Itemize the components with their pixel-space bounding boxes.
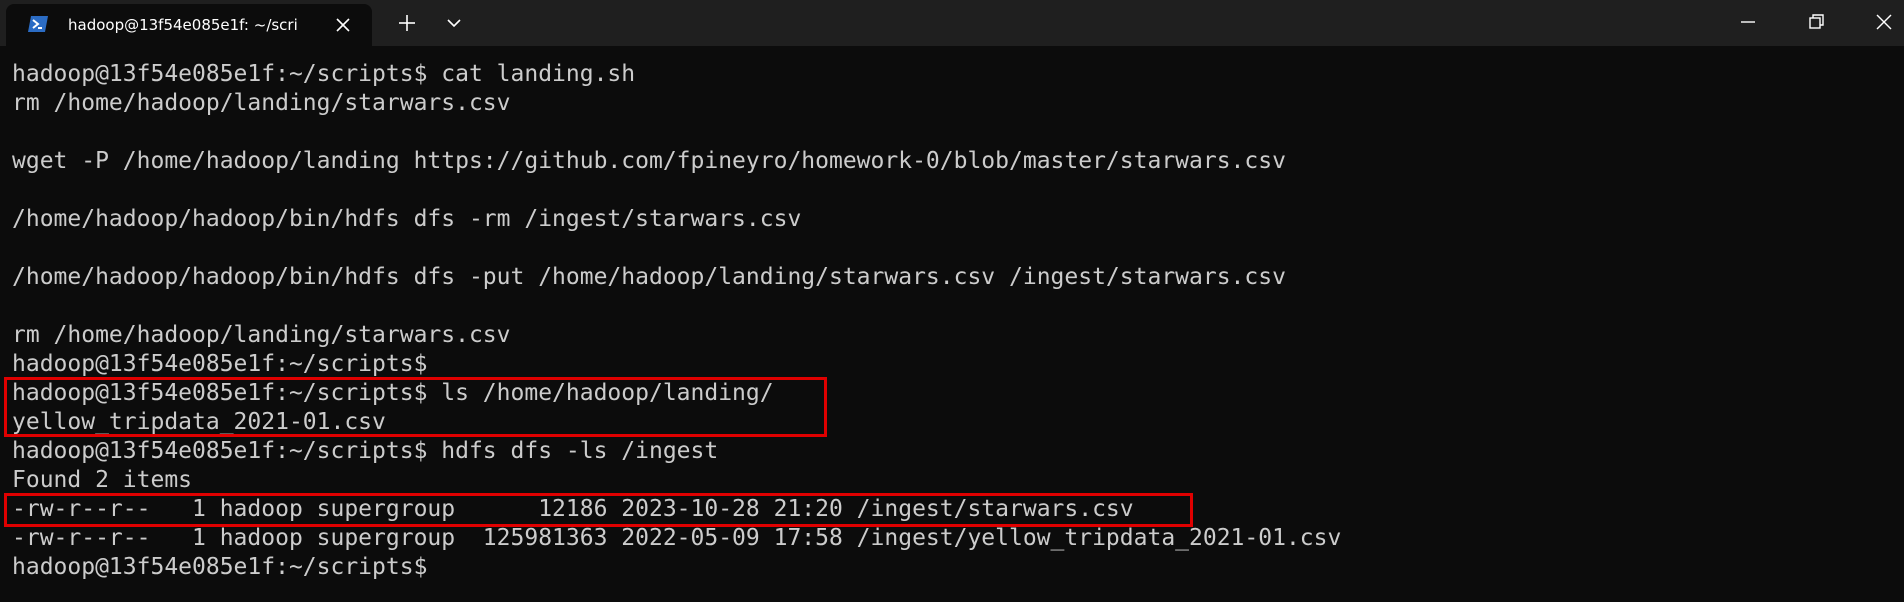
terminal-line: wget -P /home/hadoop/landing https://git… xyxy=(12,148,1286,174)
terminal-line: hadoop@13f54e085e1f:~/scripts$ xyxy=(12,554,428,580)
terminal-line: rm /home/hadoop/landing/starwars.csv xyxy=(12,90,511,116)
terminal-window: hadoop@13f54e085e1f: ~/scri hadoop@13f54… xyxy=(0,0,1904,602)
terminal-line: hadoop@13f54e085e1f:~/scripts$ hdfs dfs … xyxy=(12,438,719,464)
close-icon[interactable] xyxy=(332,14,354,36)
powershell-icon xyxy=(28,15,48,33)
maximize-icon[interactable] xyxy=(1788,0,1844,44)
title-bar[interactable]: hadoop@13f54e085e1f: ~/scri xyxy=(0,0,1904,46)
terminal-line: hadoop@13f54e085e1f:~/scripts$ xyxy=(12,351,428,377)
terminal-line: -rw-r--r-- 1 hadoop supergroup 12186 202… xyxy=(12,496,1134,522)
terminal-line: /home/hadoop/hadoop/bin/hdfs dfs -rm /in… xyxy=(12,206,802,232)
terminal-line: hadoop@13f54e085e1f:~/scripts$ ls /home/… xyxy=(12,380,774,406)
tab-title: hadoop@13f54e085e1f: ~/scri xyxy=(68,16,298,34)
terminal-output[interactable]: hadoop@13f54e085e1f:~/scripts$ cat landi… xyxy=(0,46,1904,602)
terminal-line: Found 2 items xyxy=(12,467,193,493)
minimize-icon[interactable] xyxy=(1720,0,1776,44)
terminal-line: hadoop@13f54e085e1f:~/scripts$ cat landi… xyxy=(12,61,636,87)
close-icon[interactable] xyxy=(1856,0,1904,44)
chevron-down-icon[interactable] xyxy=(440,9,468,37)
plus-icon[interactable] xyxy=(393,9,421,37)
terminal-line: /home/hadoop/hadoop/bin/hdfs dfs -put /h… xyxy=(12,264,1286,290)
tab-terminal[interactable]: hadoop@13f54e085e1f: ~/scri xyxy=(6,4,372,46)
terminal-line: yellow_tripdata_2021-01.csv xyxy=(12,409,386,435)
terminal-line: -rw-r--r-- 1 hadoop supergroup 125981363… xyxy=(12,525,1342,551)
terminal-line: rm /home/hadoop/landing/starwars.csv xyxy=(12,322,511,348)
